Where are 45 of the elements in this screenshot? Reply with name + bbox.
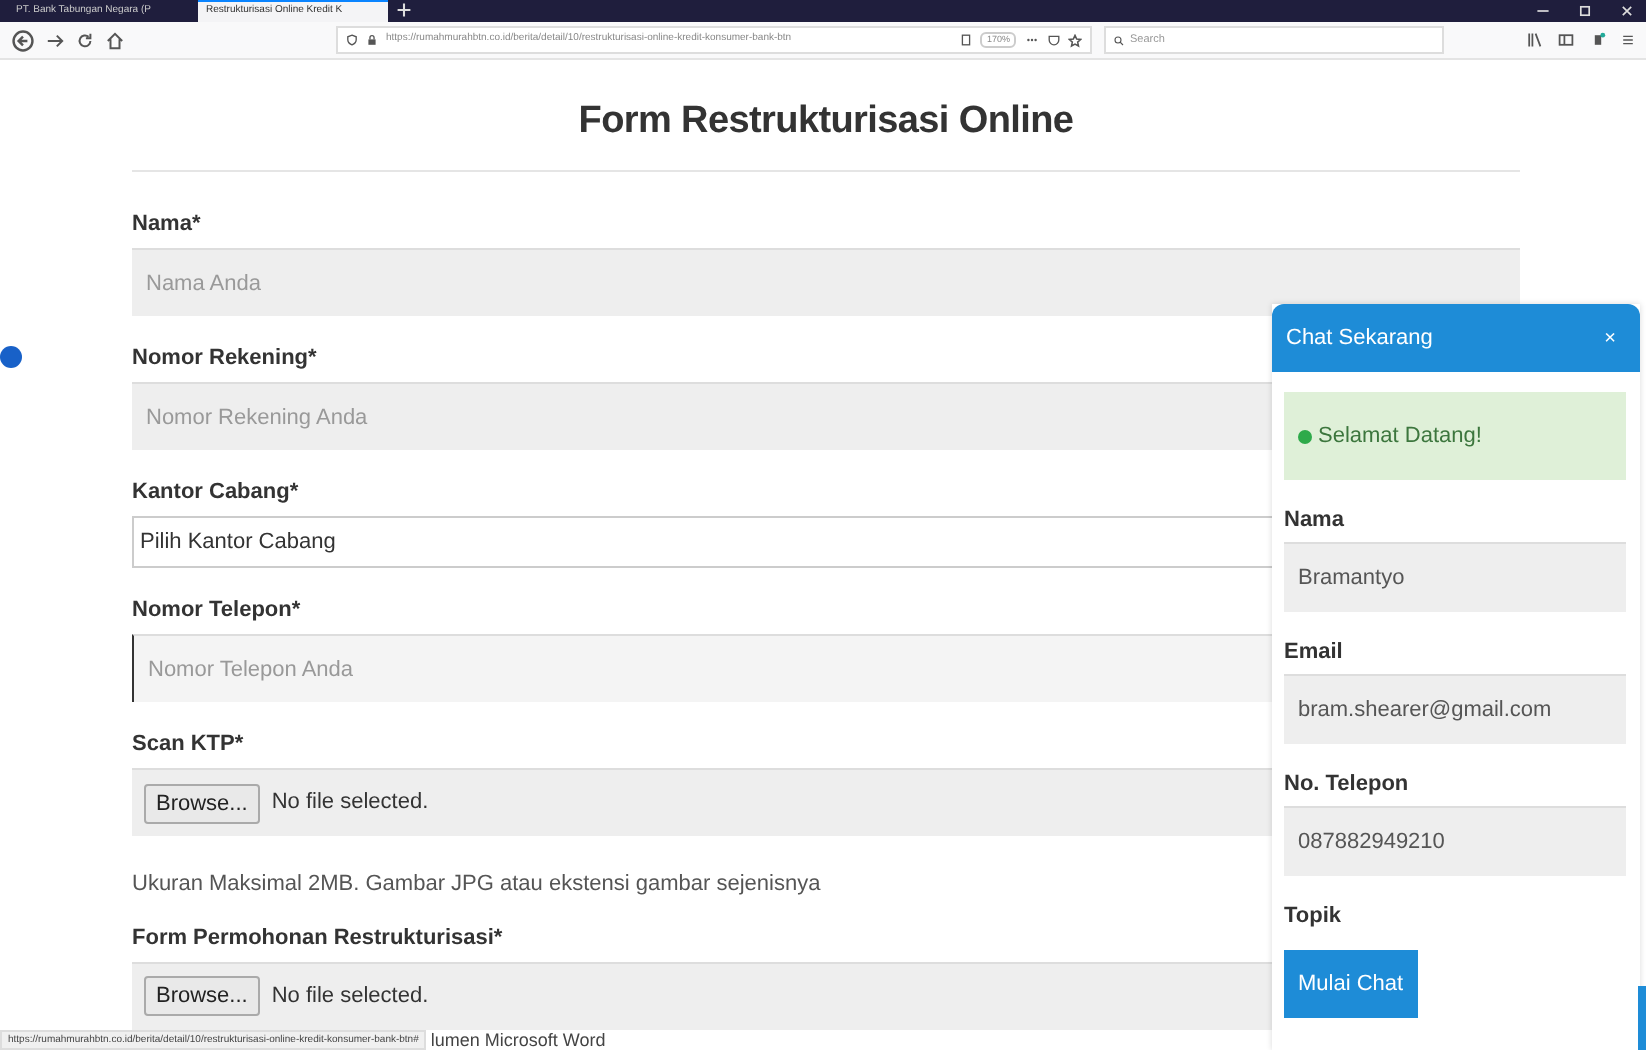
restore-icon[interactable] (1578, 4, 1592, 18)
field-label: Form Permohonan Restrukturisasi* (132, 923, 505, 953)
library-icon[interactable] (1526, 32, 1542, 48)
browse-button[interactable]: Browse... (144, 783, 260, 823)
field-label: Kantor Cabang* (132, 478, 301, 508)
forward-icon[interactable] (46, 31, 64, 49)
back-icon[interactable] (12, 29, 34, 51)
start-chat-button[interactable]: Mulai Chat (1284, 950, 1418, 1018)
pocket-icon[interactable] (1048, 34, 1060, 46)
input-field[interactable]: bram.shearer@gmail.com (1284, 674, 1626, 744)
field-label: Scan KTP* (132, 730, 246, 760)
welcome-text: Selamat Datang! (1318, 421, 1482, 452)
scroll-marker-icon (0, 346, 22, 368)
field-label: Nomor Telepon* (132, 596, 303, 626)
sidebar-icon[interactable] (1558, 32, 1574, 48)
close-button[interactable]: × (1604, 323, 1616, 353)
help-text: Ukuran Maksimal 2MB. Gambar JPG atau ekstensi gambar sejenisnya (132, 870, 821, 900)
form-title: Form Restrukturisasi Online (576, 100, 1076, 144)
minimize-icon[interactable] (1536, 4, 1550, 18)
extension-icon[interactable] (1590, 32, 1606, 48)
input-field[interactable]: Nama Anda (132, 248, 1520, 316)
file-status: No file selected. (271, 788, 429, 819)
input-field[interactable]: 087882949210 (1284, 806, 1626, 876)
reload-icon[interactable] (76, 31, 94, 49)
field-label: Nama* (132, 210, 203, 240)
chat-title: Chat Sekarang (1286, 323, 1433, 354)
field-label: Topik (1284, 902, 1344, 930)
background-text: lumen Microsoft Word (428, 1030, 606, 1050)
menu-icon[interactable] (1622, 32, 1634, 48)
new-tab-icon[interactable] (396, 2, 412, 18)
lock-icon (366, 34, 378, 46)
input-field[interactable]: Bramantyo (1284, 542, 1626, 612)
browse-button[interactable]: Browse... (144, 976, 260, 1016)
field-label: Email (1284, 638, 1345, 666)
search-icon (1114, 35, 1124, 45)
file-status: No file selected. (271, 981, 429, 1012)
bookmark-star-icon[interactable] (1068, 33, 1082, 47)
more-icon[interactable] (1024, 34, 1040, 46)
reader-view-icon[interactable] (960, 34, 973, 46)
status-dot-icon (1298, 429, 1312, 443)
close-icon[interactable] (1620, 4, 1634, 18)
shield-icon (346, 34, 358, 46)
home-icon[interactable] (106, 31, 124, 49)
field-label: Nomor Rekening* (132, 344, 319, 374)
field-label: No. Telepon (1284, 770, 1411, 798)
